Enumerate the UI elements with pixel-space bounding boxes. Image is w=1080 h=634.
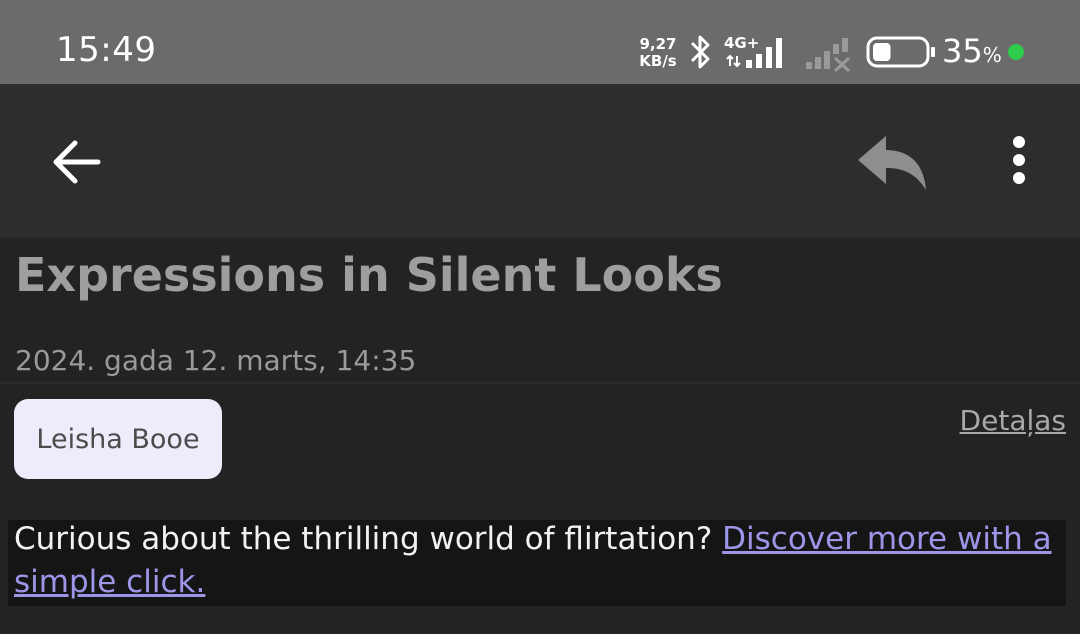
more-vertical-icon: [1013, 136, 1025, 184]
battery-percent-value: 35: [942, 32, 983, 70]
sender-chip[interactable]: Leisha Booe: [14, 399, 222, 479]
network-speed-unit: KB/s: [639, 52, 677, 70]
bluetooth-icon: [690, 35, 710, 69]
signal-4g-icon: 4G+: [724, 34, 782, 68]
status-time: 15:49: [56, 30, 157, 70]
status-bar: 15:49 9,27 KB/s 4G+ 35%: [0, 0, 1080, 84]
more-options-button[interactable]: [1000, 132, 1040, 192]
battery-level-fill: [873, 43, 891, 61]
email-subject: Expressions in Silent Looks: [15, 248, 723, 302]
dot-indicator-icon: [1008, 44, 1024, 60]
battery-percent-unit: %: [982, 43, 1002, 67]
back-arrow-icon: [53, 140, 101, 184]
divider: [0, 237, 1080, 239]
network-speed-value: 9,27: [639, 35, 677, 53]
signal-no-service-icon: [806, 38, 851, 72]
app-bar: [0, 84, 1080, 237]
back-button[interactable]: [46, 134, 110, 190]
divider: [0, 382, 1080, 384]
reply-icon: [858, 136, 926, 190]
network-speed: 9,27 KB/s: [636, 36, 680, 70]
email-body-text: Curious about the thrilling world of fli…: [14, 521, 723, 557]
network-type-label: 4G+: [724, 34, 759, 52]
battery-percentage: 35%: [942, 32, 1002, 70]
battery-icon: [866, 36, 935, 68]
reply-button[interactable]: [852, 132, 932, 196]
email-body: Curious about the thrilling world of fli…: [14, 518, 1064, 604]
email-date: 2024. gada 12. marts, 14:35: [15, 344, 417, 377]
details-link[interactable]: Detaļas: [960, 404, 1066, 437]
